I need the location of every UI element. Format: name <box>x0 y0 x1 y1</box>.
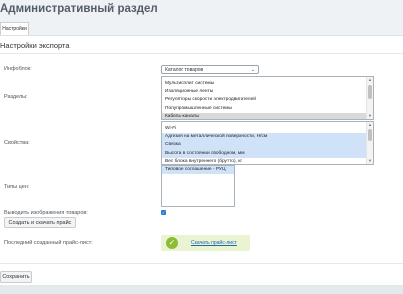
save-button[interactable]: Сохранить <box>0 271 32 283</box>
iblock-select[interactable]: Каталог товаров ⌄ <box>161 65 259 74</box>
scroll-down-icon[interactable]: ▼ <box>367 158 373 164</box>
scrollbar[interactable]: ▲ ▼ <box>366 122 373 164</box>
list-item[interactable]: Адгезия на металлической поверхности, Н/… <box>162 133 373 142</box>
scroll-down-icon[interactable]: ▼ <box>367 113 373 119</box>
list-item[interactable]: Мультисплит системы <box>162 80 373 88</box>
list-item[interactable]: Вес блока внутреннего (брутто), кг <box>162 158 373 164</box>
chevron-down-icon: ⌄ <box>250 67 255 73</box>
list-item[interactable]: Высота в состоянии свободном, мм <box>162 149 373 158</box>
scrollbar-thumb[interactable] <box>368 85 372 99</box>
scroll-up-icon[interactable]: ▲ <box>367 77 373 83</box>
list-item[interactable]: Изоляционные ленты <box>162 88 373 96</box>
properties-label: Свойства: <box>4 140 30 146</box>
tab-settings[interactable]: Настройки <box>0 22 29 36</box>
section-title: Настройки экспорта <box>0 41 70 50</box>
divider <box>0 53 403 54</box>
list-item[interactable]: Полупромышленные системы <box>162 105 373 113</box>
export-images-label: Выводить изображения товаров: <box>4 210 88 216</box>
export-images-checkbox[interactable]: ✓ <box>161 210 166 215</box>
scroll-up-icon[interactable]: ▲ <box>367 122 373 128</box>
page-title: Административный раздел <box>0 3 158 15</box>
prices-listbox[interactable]: Типовое соглашение - РУЦ <box>161 165 235 207</box>
scrollbar-thumb[interactable] <box>368 129 372 141</box>
check-circle-icon: ✓ <box>166 237 178 249</box>
star-icon[interactable]: ☆ <box>107 3 116 14</box>
last-pricelist-label: Последний созданный прайс-лист: <box>4 240 93 246</box>
iblock-select-value: Каталог товаров <box>165 67 204 73</box>
bottom-bar <box>0 285 403 294</box>
divider <box>0 263 403 264</box>
properties-listbox[interactable]: Wi-Fi Адгезия на металлической поверхност… <box>161 121 374 165</box>
sections-label: Разделы: <box>4 94 28 100</box>
settings-card: Настройки экспорта Инфоблок: Каталог тов… <box>0 35 403 286</box>
prices-label: Типы цен: <box>4 184 30 190</box>
download-link[interactable]: Скачать прайс-лист <box>191 240 237 246</box>
list-item[interactable]: Wi-Fi <box>162 125 373 133</box>
iblock-label: Инфоблок: <box>4 66 32 72</box>
list-item[interactable]: Типовое соглашение - РУЦ <box>162 166 234 175</box>
scrollbar[interactable]: ▲ ▼ <box>366 77 373 119</box>
list-item[interactable]: Кабель-каналы <box>162 112 373 119</box>
sections-listbox[interactable]: Мультисплит системы Изоляционные ленты Рег… <box>161 76 374 120</box>
list-item[interactable]: Связка <box>162 141 373 150</box>
download-box: ✓ Скачать прайс-лист <box>161 235 250 251</box>
create-download-button[interactable]: Создать и скачать прайс <box>4 217 76 228</box>
list-item[interactable]: Регуляторы скорости электродвигателей <box>162 96 373 104</box>
